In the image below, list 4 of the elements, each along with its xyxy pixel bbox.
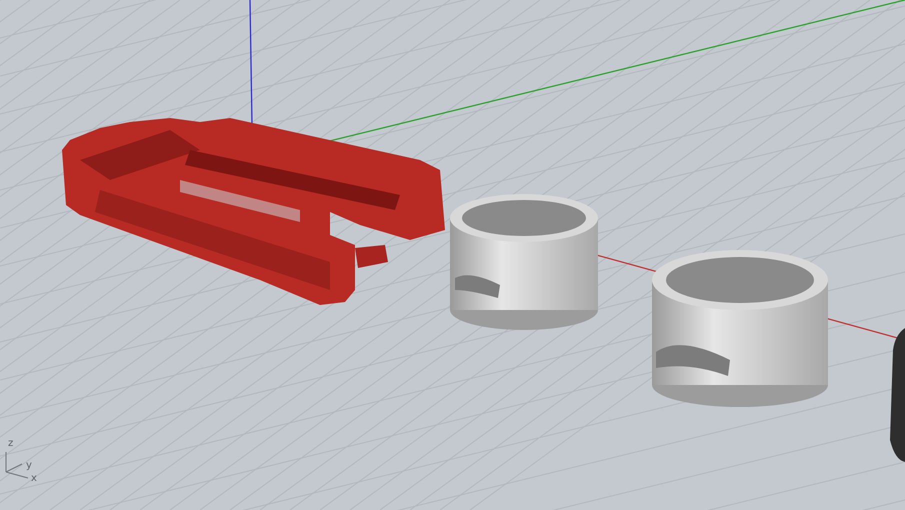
axis-label: x [31,473,37,484]
axis-label: y [26,460,32,471]
viewport[interactable]: z y x [0,0,905,510]
axis-label: z [8,438,14,449]
